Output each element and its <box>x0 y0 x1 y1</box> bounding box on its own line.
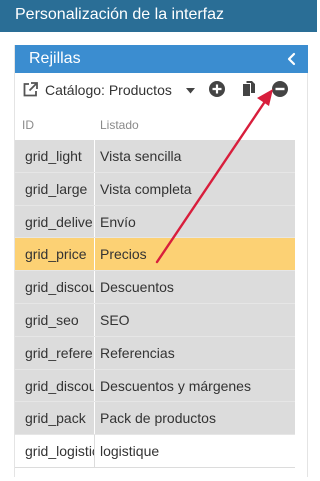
page-title: Personalización de la interfaz <box>0 0 317 32</box>
row-id-cell: grid_refere <box>15 336 95 369</box>
table-row[interactable]: grid_logistic logistique <box>15 435 295 468</box>
column-header-listado[interactable]: Listado <box>100 118 139 132</box>
row-name-cell: Precios <box>100 246 147 263</box>
catalog-select[interactable]: Catálogo: Productos <box>45 82 172 98</box>
row-id-cell: grid_light <box>15 140 95 172</box>
table-row[interactable]: grid_large Vista completa <box>15 172 295 206</box>
row-id-cell: grid_large <box>15 172 95 205</box>
row-name-cell: Referencias <box>100 344 175 361</box>
row-name-cell: Pack de productos <box>100 410 216 427</box>
row-name-cell: SEO <box>100 311 130 328</box>
row-id-cell: grid_logistic <box>15 435 95 467</box>
row-id-cell: grid_discou <box>15 369 95 402</box>
panel-header: Rejillas <box>15 45 308 73</box>
row-name-cell: Descuentos <box>100 279 174 296</box>
table-header: ID Listado <box>15 107 295 139</box>
grid-toolbar: Catálogo: Productos <box>15 75 308 107</box>
row-id-cell: grid_delive <box>15 205 95 238</box>
table-row[interactable]: grid_discou Descuentos <box>15 271 295 304</box>
table-row[interactable]: grid_discou Descuentos y márgenes <box>15 369 295 403</box>
row-id-cell: grid_seo <box>15 303 95 336</box>
table-row[interactable]: grid_refere Referencias <box>15 336 295 370</box>
chevron-left-icon[interactable] <box>285 50 299 68</box>
grids-panel: Rejillas Catálogo: Productos ID Listado … <box>14 45 308 477</box>
remove-circle-icon[interactable] <box>271 80 289 98</box>
table-row[interactable]: grid_light Vista sencilla <box>15 140 295 173</box>
table-row[interactable]: grid_price Precios <box>15 238 295 272</box>
panel-title: Rejillas <box>29 50 81 67</box>
row-id-cell: grid_price <box>15 238 95 271</box>
row-name-cell: Vista sencilla <box>100 148 182 164</box>
caret-down-icon[interactable] <box>186 88 195 94</box>
row-id-cell: grid_discou <box>15 271 95 303</box>
row-name-cell: Vista completa <box>100 180 192 197</box>
column-header-id[interactable]: ID <box>22 118 34 132</box>
table-row[interactable]: grid_delive Envío <box>15 205 295 239</box>
row-id-cell: grid_pack <box>15 402 95 435</box>
external-link-icon[interactable] <box>22 81 39 98</box>
copy-icon[interactable] <box>240 80 258 98</box>
add-circle-icon[interactable] <box>208 80 226 98</box>
row-name-cell: Descuentos y márgenes <box>100 377 251 394</box>
row-name-cell: logistique <box>100 443 160 460</box>
grids-table: ID Listado grid_light Vista sencilla grid_… <box>15 107 295 477</box>
table-row[interactable]: grid_seo SEO <box>15 303 295 337</box>
table-body: grid_light Vista sencilla grid_large Vista … <box>15 140 295 468</box>
table-row[interactable]: grid_pack Pack de productos <box>15 402 295 436</box>
row-name-cell: Envío <box>100 213 136 230</box>
